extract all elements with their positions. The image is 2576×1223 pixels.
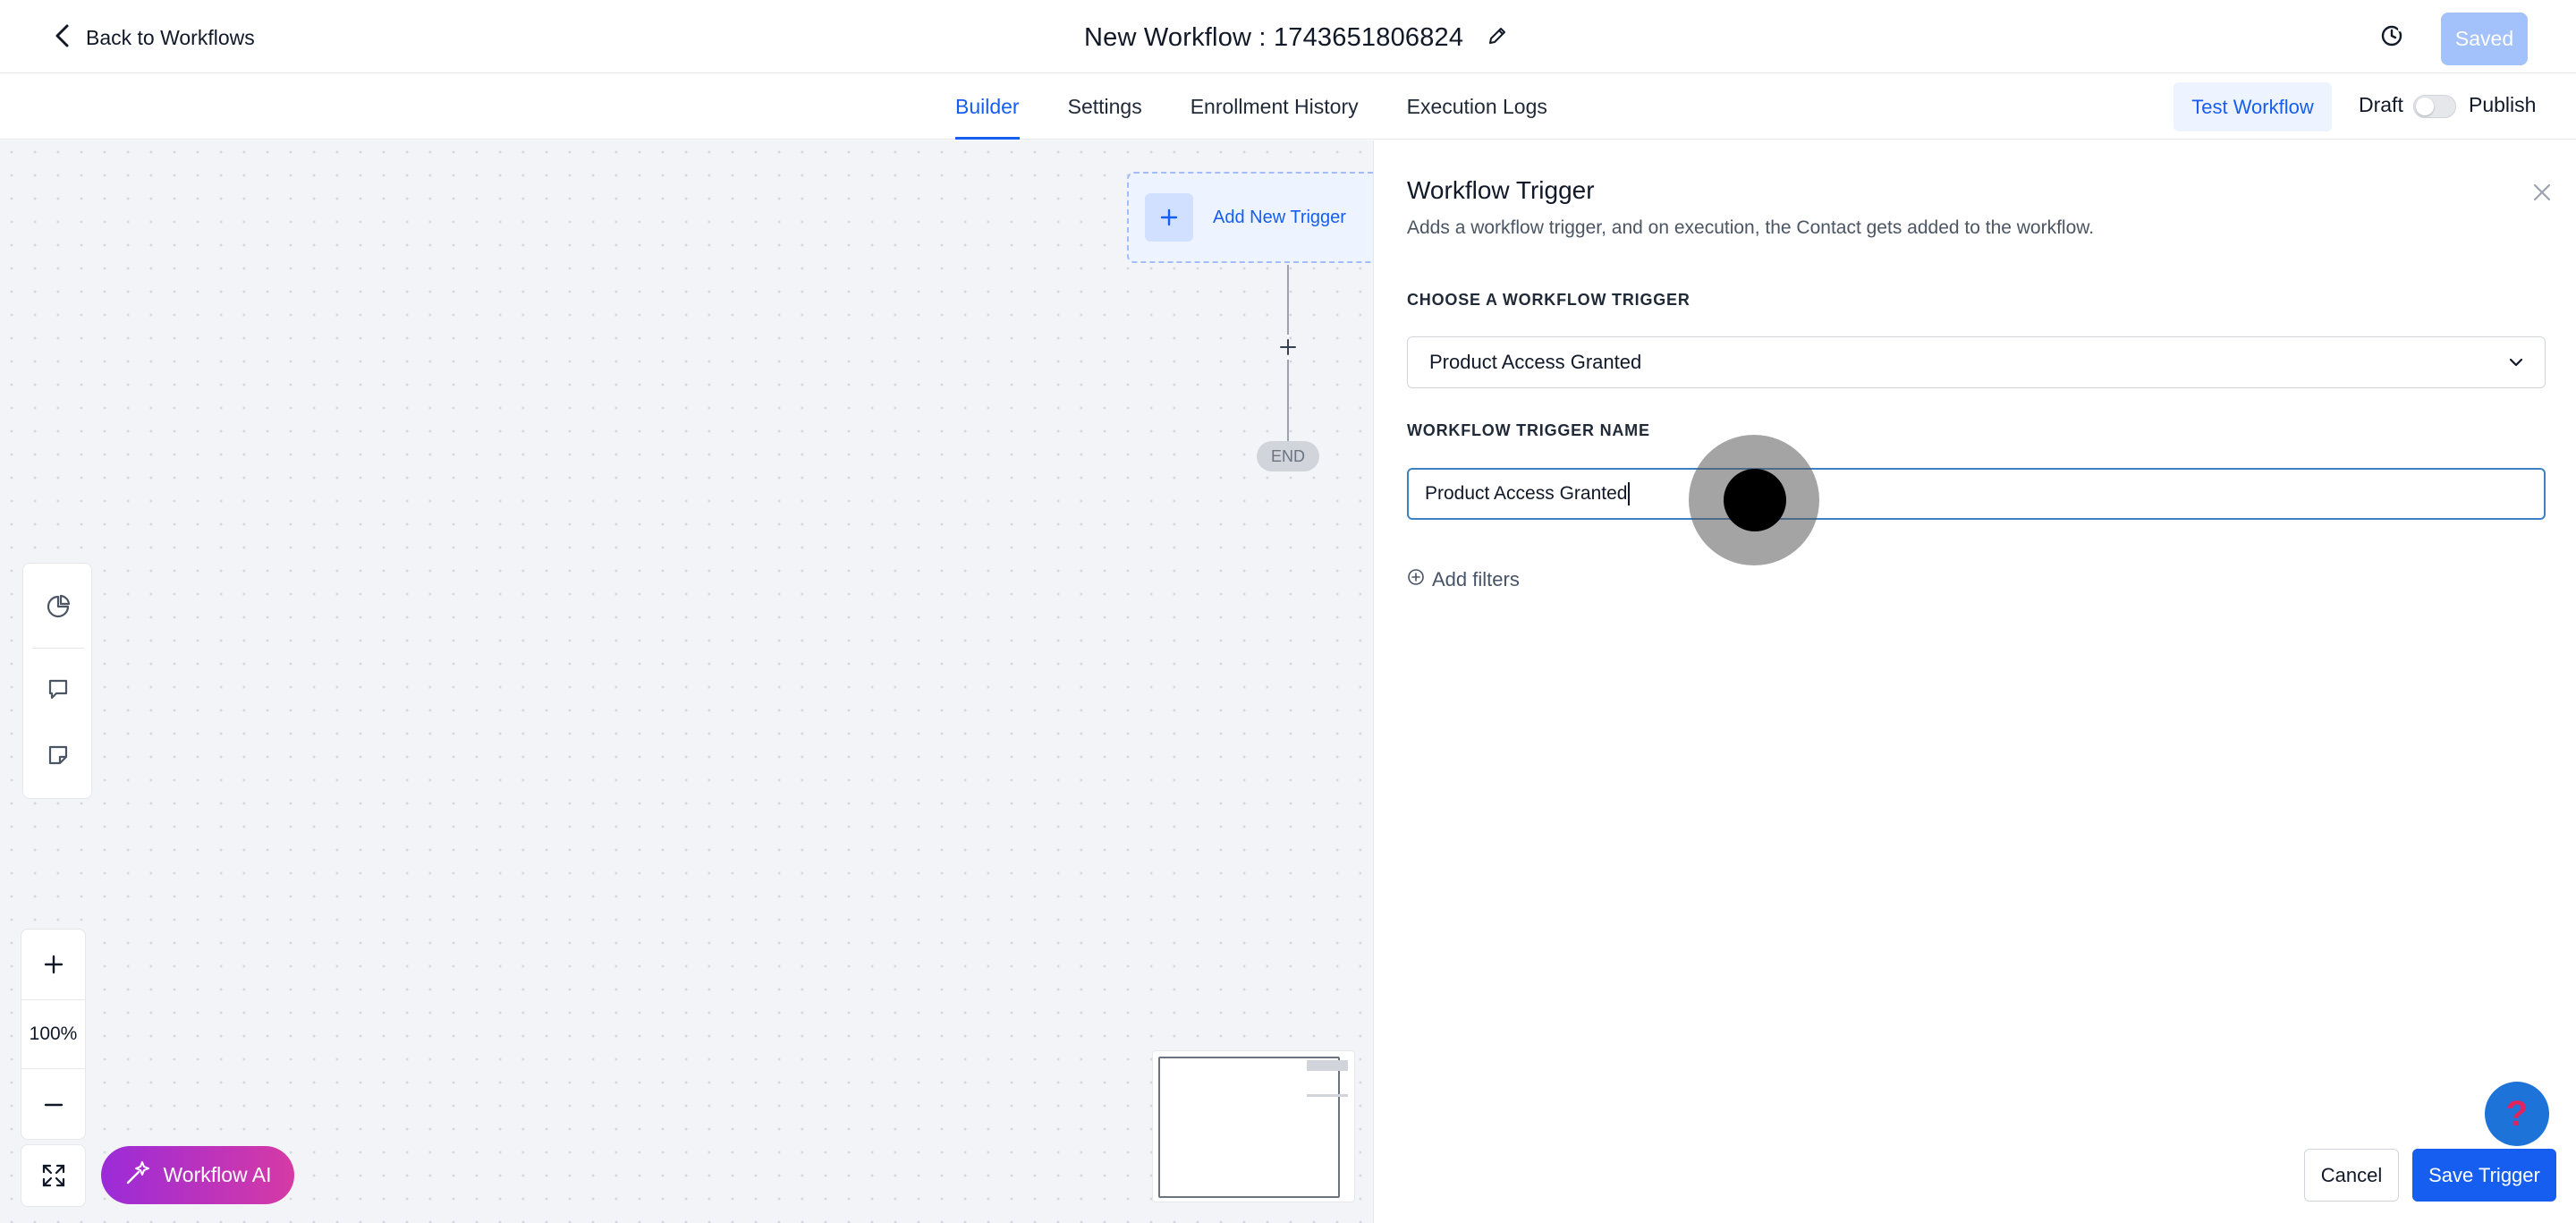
- publish-toggle[interactable]: [2413, 95, 2456, 118]
- draft-label: Draft: [2359, 93, 2403, 116]
- add-filters-link[interactable]: Add filters: [1407, 568, 1520, 591]
- minimap-viewport[interactable]: [1158, 1057, 1340, 1198]
- connector-line: [1287, 265, 1289, 335]
- zoom-out-icon[interactable]: [21, 1070, 85, 1140]
- add-step-plus-icon[interactable]: [1277, 336, 1299, 358]
- panel-title: Workflow Trigger: [1407, 176, 1595, 204]
- zoom-in-icon[interactable]: [21, 930, 85, 999]
- close-icon[interactable]: [2528, 178, 2556, 207]
- top-header: Back to Workflows New Workflow : 1743651…: [0, 0, 2576, 73]
- publish-label: Publish: [2469, 93, 2537, 116]
- cancel-button[interactable]: Cancel: [2304, 1149, 2399, 1202]
- fit-view-icon[interactable]: [21, 1144, 86, 1207]
- tab-builder[interactable]: Builder: [955, 73, 1020, 140]
- click-indicator-dot: [1724, 469, 1786, 531]
- workflow-ai-label: Workflow AI: [163, 1163, 272, 1186]
- minimap-node: [1307, 1060, 1348, 1071]
- workflow-title-group: New Workflow : 1743651806824: [1084, 20, 1508, 55]
- connector-line: [1287, 360, 1289, 441]
- tab-enrollment-history[interactable]: Enrollment History: [1191, 73, 1359, 140]
- canvas-minimap[interactable]: [1152, 1050, 1355, 1202]
- zoom-level: 100%: [21, 999, 85, 1069]
- help-icon[interactable]: ?: [2485, 1082, 2549, 1146]
- panel-description: Adds a workflow trigger, and on executio…: [1407, 217, 2095, 238]
- workflow-tabs: Builder Settings Enrollment History Exec…: [955, 73, 1547, 140]
- save-trigger-button[interactable]: Save Trigger: [2412, 1149, 2556, 1202]
- workflow-title: New Workflow : 1743651806824: [1084, 22, 1464, 52]
- tab-bar: Builder Settings Enrollment History Exec…: [0, 73, 2576, 140]
- tab-execution-logs[interactable]: Execution Logs: [1407, 73, 1547, 140]
- end-node: END: [1257, 441, 1319, 471]
- pencil-icon[interactable]: [1487, 25, 1508, 51]
- trigger-name-label: WORKFLOW TRIGGER NAME: [1407, 421, 1650, 439]
- analytics-pie-icon[interactable]: [23, 580, 93, 633]
- comment-icon[interactable]: [23, 662, 93, 716]
- plus-circle-icon: [1407, 568, 1425, 591]
- add-filters-label: Add filters: [1432, 568, 1520, 590]
- version-history-icon[interactable]: [2376, 20, 2408, 52]
- trigger-node-label: Add New Trigger: [1213, 207, 1346, 227]
- toolbar-divider: [32, 648, 84, 649]
- sparkle-icon: [124, 1159, 151, 1192]
- workflow-canvas[interactable]: Add New Trigger END 100% Workflow AI: [0, 140, 1373, 1223]
- chevron-down-icon: [2507, 353, 2525, 377]
- back-to-workflows-link[interactable]: Back to Workflows: [54, 21, 255, 54]
- saved-button[interactable]: Saved: [2441, 13, 2528, 65]
- minimap-node: [1307, 1094, 1348, 1097]
- test-workflow-button[interactable]: Test Workflow: [2174, 82, 2332, 132]
- zoom-controls: 100%: [21, 929, 86, 1140]
- trigger-name-value: Product Access Granted: [1425, 483, 1628, 504]
- selected-trigger-value: Product Access Granted: [1429, 351, 1642, 373]
- canvas-side-toolbar: [22, 563, 92, 799]
- plus-icon: [1145, 193, 1193, 242]
- back-label: Back to Workflows: [86, 25, 255, 49]
- sticky-note-icon[interactable]: [23, 728, 93, 782]
- workflow-ai-button[interactable]: Workflow AI: [101, 1146, 294, 1204]
- tab-settings[interactable]: Settings: [1068, 73, 1142, 140]
- trigger-name-input[interactable]: Product Access Granted: [1407, 468, 2546, 520]
- chevron-left-icon: [54, 23, 70, 53]
- toggle-knob: [2416, 98, 2434, 115]
- workflow-trigger-panel: Workflow Trigger Adds a workflow trigger…: [1373, 140, 2576, 1223]
- trigger-type-select[interactable]: Product Access Granted: [1407, 336, 2546, 388]
- add-new-trigger-node[interactable]: Add New Trigger: [1127, 172, 1373, 263]
- text-caret: [1628, 482, 1631, 505]
- choose-trigger-label: CHOOSE A WORKFLOW TRIGGER: [1407, 291, 1690, 309]
